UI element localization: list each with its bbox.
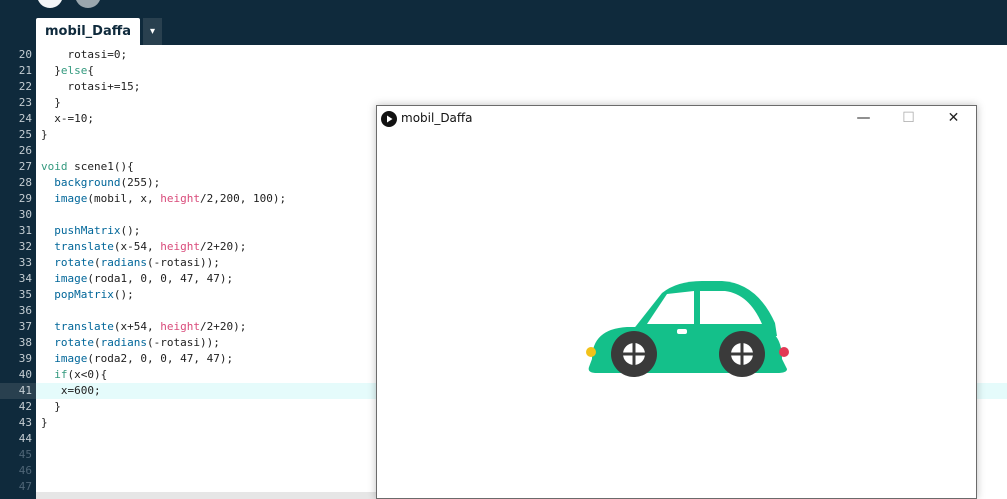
- line-number: 43: [18, 416, 32, 429]
- line-number: 25: [18, 128, 32, 141]
- sketch-window: mobil_Daffa — ☐ ✕: [376, 105, 977, 499]
- code-text: rotate(radians(-rotasi));: [54, 256, 220, 269]
- line-number: 40: [18, 368, 32, 381]
- run-button[interactable]: [37, 0, 63, 8]
- stop-button[interactable]: [75, 0, 101, 8]
- code-text: image(roda1, 0, 0, 47, 47);: [54, 272, 234, 285]
- processing-app-icon: [381, 111, 397, 127]
- line-number: 34: [18, 272, 32, 285]
- code-text: image(roda2, 0, 0, 47, 47);: [54, 352, 234, 365]
- line-number: 21: [18, 64, 32, 77]
- code-text: x=600;: [41, 384, 101, 397]
- line-number: 38: [18, 336, 32, 349]
- code-text: rotasi=0;: [41, 48, 128, 61]
- code-text: rotate(radians(-rotasi));: [54, 336, 220, 349]
- line-number: 35: [18, 288, 32, 301]
- close-button[interactable]: ✕: [931, 106, 976, 131]
- line-number: 31: [18, 224, 32, 237]
- sketch-window-title: mobil_Daffa: [401, 111, 473, 125]
- line-number: 47: [18, 480, 32, 493]
- line-number: 46: [18, 464, 32, 477]
- code-text: void scene1(){: [41, 160, 134, 173]
- line-number: 32: [18, 240, 32, 253]
- code-text: popMatrix();: [54, 288, 134, 301]
- code-text: image(mobil, x, height/2,200, 100);: [54, 192, 287, 205]
- tab-mobil-daffa[interactable]: mobil_Daffa: [36, 18, 140, 45]
- line-number: 37: [18, 320, 32, 333]
- line-number: 33: [18, 256, 32, 269]
- line-number: 29: [18, 192, 32, 205]
- tab-menu-dropdown-icon[interactable]: ▾: [143, 18, 162, 45]
- line-number: 22: [18, 80, 32, 93]
- code-text: x-=10;: [41, 112, 94, 125]
- line-number: 42: [18, 400, 32, 413]
- code-text: }else{: [41, 64, 94, 77]
- code-line[interactable]: 20 rotasi=0;: [0, 47, 1007, 63]
- line-number: 23: [18, 96, 32, 109]
- code-text: translate(x+54, height/2+20);: [54, 320, 247, 333]
- car-image: [586, 281, 789, 377]
- line-number: 36: [18, 304, 32, 317]
- line-number: 39: [18, 352, 32, 365]
- rear-wheel: [719, 331, 765, 377]
- maximize-button[interactable]: ☐: [886, 106, 931, 131]
- code-text: }: [41, 96, 61, 109]
- code-line[interactable]: 21 }else{: [0, 63, 1007, 79]
- code-text: background(255);: [54, 176, 161, 189]
- code-line[interactable]: 22 rotasi+=15;: [0, 79, 1007, 95]
- code-text: pushMatrix();: [54, 224, 141, 237]
- code-text: }: [41, 128, 48, 141]
- line-number: 44: [18, 432, 32, 445]
- line-number: 26: [18, 144, 32, 157]
- code-text: if(x<0){: [54, 368, 108, 381]
- code-text: }: [41, 416, 48, 429]
- front-wheel: [611, 331, 657, 377]
- sketch-canvas: [586, 281, 789, 377]
- line-number: 45: [18, 448, 32, 461]
- line-number: 27: [18, 160, 32, 173]
- line-number: 20: [18, 48, 32, 61]
- code-text: rotasi+=15;: [41, 80, 141, 93]
- horizontal-scrollbar[interactable]: [36, 492, 376, 499]
- line-number: 30: [18, 208, 32, 221]
- code-text: }: [41, 400, 61, 413]
- code-text: translate(x-54, height/2+20);: [54, 240, 247, 253]
- line-number: 24: [18, 112, 32, 125]
- line-number: 28: [18, 176, 32, 189]
- ide-toolbar: mobil_Daffa ▾: [0, 0, 1007, 45]
- line-number: 41: [0, 383, 36, 399]
- sketch-titlebar[interactable]: mobil_Daffa — ☐ ✕: [377, 106, 976, 131]
- minimize-button[interactable]: —: [841, 106, 886, 131]
